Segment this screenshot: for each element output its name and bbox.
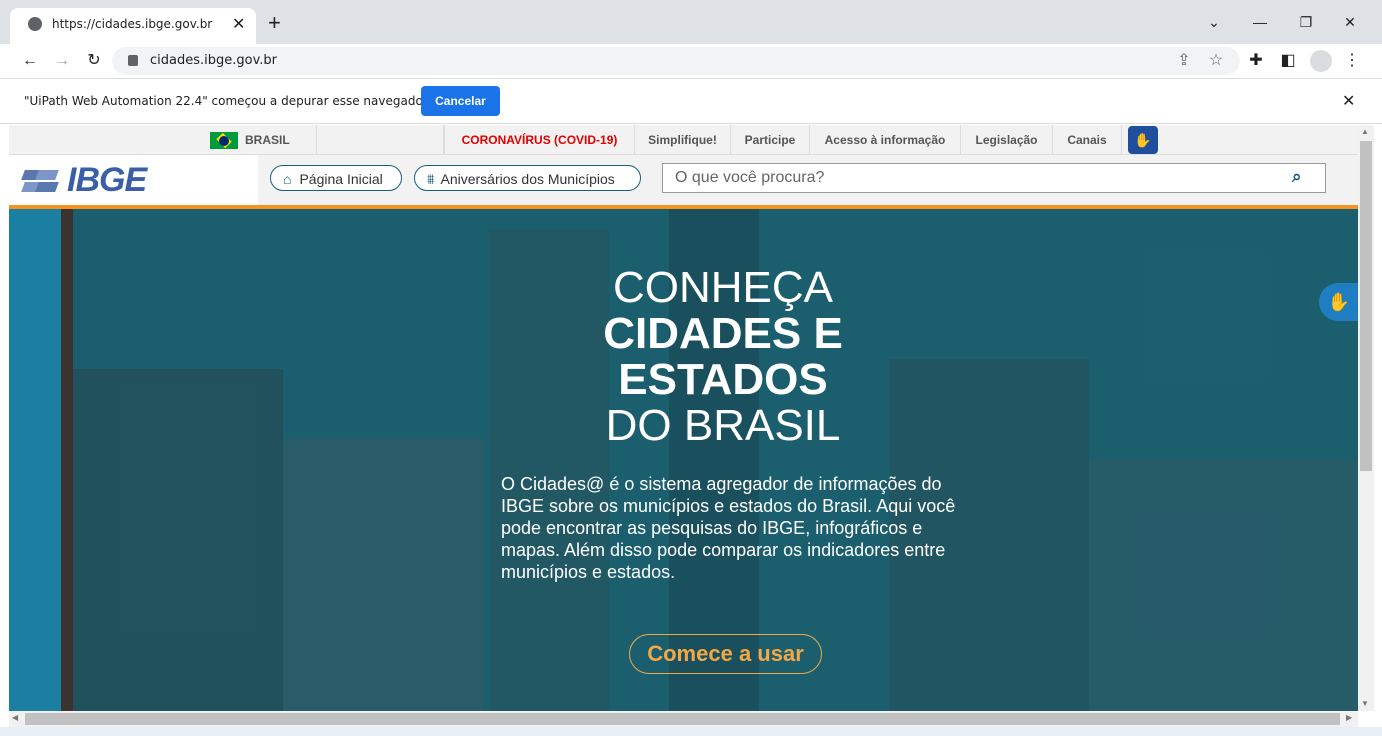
menu-kebab-icon[interactable]: ⋮: [1340, 49, 1364, 73]
start-button[interactable]: Comece a usar: [629, 634, 822, 674]
vertical-scroll-thumb[interactable]: [1360, 141, 1372, 471]
globe-icon: [28, 17, 42, 31]
nav-spacer: [316, 125, 444, 155]
nav-canais[interactable]: Canais: [1052, 125, 1122, 155]
search-icon[interactable]: ⌕: [1292, 167, 1302, 187]
hero-line-4: DO BRASIL: [605, 401, 841, 450]
home-button[interactable]: ⌂ Página Inicial: [270, 165, 402, 191]
taskbar-edge: [0, 727, 1382, 736]
nav-legislacao[interactable]: Legislação: [960, 125, 1052, 155]
reload-icon[interactable]: ↻: [82, 49, 106, 73]
accessibility-hands-icon[interactable]: ✋: [1128, 126, 1158, 154]
forward-icon[interactable]: →: [50, 49, 74, 73]
search-placeholder: O que você procura?: [675, 169, 825, 186]
home-label: Página Inicial: [299, 171, 383, 187]
lock-icon[interactable]: [128, 55, 138, 66]
anniversary-button[interactable]: ⩩ Aniversários dos Municípios: [414, 165, 641, 191]
scroll-right-icon[interactable]: ▶: [1346, 713, 1352, 722]
tab-search-icon[interactable]: ⌄: [1200, 10, 1228, 34]
extensions-icon[interactable]: ✚: [1244, 49, 1268, 73]
hero-divider: [61, 209, 73, 711]
back-icon[interactable]: ←: [18, 49, 42, 73]
hero-line-3: ESTADOS: [618, 355, 828, 404]
ibge-logo-icon[interactable]: [21, 167, 67, 195]
close-infobar-icon[interactable]: ✕: [1342, 91, 1355, 111]
hero-left-strip: [9, 209, 61, 711]
nav-participe[interactable]: Participe: [730, 125, 809, 155]
restore-icon[interactable]: ❐: [1292, 10, 1320, 34]
scroll-left-icon[interactable]: ◀: [12, 713, 18, 722]
profile-avatar-icon[interactable]: [1310, 50, 1332, 72]
hero-title: CONHEÇA CIDADES E ESTADOS DO BRASIL: [459, 265, 987, 449]
horizontal-scroll-thumb[interactable]: [25, 713, 1340, 725]
new-tab-icon[interactable]: +: [268, 10, 281, 36]
page-viewport: BRASIL CORONAVÍRUS (COVID-19) Simplifiqu…: [9, 125, 1358, 711]
covid-link[interactable]: CORONAVÍRUS (COVID-19): [444, 125, 634, 155]
close-tab-icon[interactable]: ✕: [232, 14, 245, 34]
vlibras-accessibility-icon[interactable]: ✋: [1319, 283, 1358, 321]
scroll-down-icon[interactable]: ▼: [1361, 699, 1369, 708]
cancel-button[interactable]: Cancelar: [421, 86, 500, 116]
home-icon: ⌂: [283, 171, 292, 187]
brazil-flag-icon: [210, 132, 238, 149]
share-icon[interactable]: ⇪: [1172, 49, 1196, 73]
minimize-icon[interactable]: —: [1246, 10, 1274, 34]
side-panel-icon[interactable]: ◧: [1276, 49, 1300, 73]
nav-simplifique[interactable]: Simplifique!: [634, 125, 730, 155]
hero-line-1: CONHEÇA: [612, 263, 834, 312]
nav-acesso-informacao[interactable]: Acesso à informação: [809, 125, 960, 155]
hero-banner: CONHEÇA CIDADES E ESTADOS DO BRASIL O Ci…: [9, 209, 1358, 711]
tab-title: https://cidades.ibge.gov.br: [52, 17, 213, 31]
infobar-message: "UiPath Web Automation 22.4" começou a d…: [24, 94, 428, 108]
anniversary-label: Aniversários dos Municípios: [440, 171, 615, 187]
url-text[interactable]: cidades.ibge.gov.br: [150, 53, 277, 68]
brasil-link[interactable]: BRASIL: [245, 125, 290, 155]
close-window-icon[interactable]: ✕: [1336, 10, 1364, 34]
cake-icon: ⩩: [427, 171, 435, 187]
hero-description: O Cidades@ é o sistema agregador de info…: [501, 474, 956, 582]
ibge-logo-text[interactable]: IBGE: [67, 161, 147, 200]
address-bar[interactable]: [112, 47, 1240, 75]
hero-line-2: CIDADES E: [603, 309, 843, 358]
scroll-up-icon[interactable]: ▲: [1361, 127, 1369, 136]
bookmark-star-icon[interactable]: ☆: [1204, 49, 1228, 73]
